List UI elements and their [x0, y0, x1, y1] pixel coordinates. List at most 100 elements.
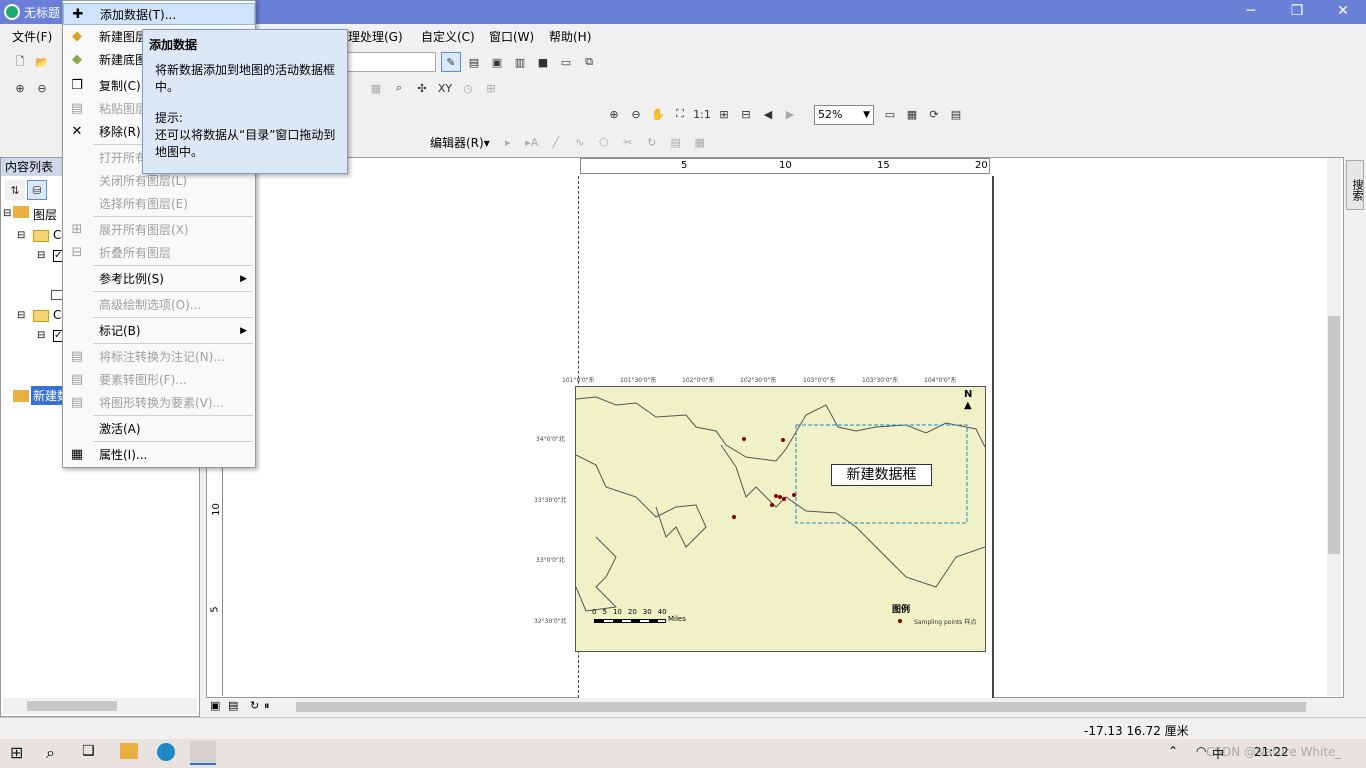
map-data-frame[interactable]: N ▲ 新建数据框 图例 Sampling points 样点 0 5 10 20… [575, 386, 986, 652]
fixed-zoom-in-icon[interactable]: ⊞ [714, 104, 734, 124]
search-window-icon[interactable]: ▥ [510, 52, 530, 72]
graticule-label-left: 33°30'0"北 [534, 497, 567, 504]
trace-icon[interactable]: ∿ [569, 132, 590, 152]
measure-icon[interactable]: ▦ [366, 78, 386, 98]
menu-item-expand-all[interactable]: ⊞ 展开所有图层(X) [63, 219, 255, 241]
search-icon[interactable]: ⌕ [46, 743, 55, 763]
menu-item-properties[interactable]: ▦ 属性(I)... [63, 444, 255, 466]
zoom-out-icon[interactable]: ⊖ [32, 78, 52, 98]
collapse-layer-icon[interactable]: ⊟ [37, 250, 45, 261]
rotate-icon[interactable]: ↻ [641, 132, 662, 152]
ruler-label: 5 [209, 606, 221, 613]
menu-customize[interactable]: 自定义(C) [421, 28, 475, 45]
menu-item-add-data[interactable]: ✚ 添加数据(T)... [63, 3, 255, 25]
data-driven-pages-icon[interactable]: ▤ [946, 104, 966, 124]
focus-data-frame-icon[interactable]: ▦ [902, 104, 922, 124]
arctoolbox-icon[interactable]: ■ [533, 52, 553, 72]
zoom-100-icon[interactable]: 1:1 [692, 104, 712, 124]
sampling-point [774, 494, 778, 498]
menu-item-advanced-drawing[interactable]: 高级绘制选项(O)... [63, 294, 255, 316]
split-icon[interactable]: ✂ [617, 132, 638, 152]
horizontal-scrollbar[interactable] [296, 702, 1306, 712]
menu-file[interactable]: 文件(F) [12, 28, 52, 45]
menu-item-select-all-layers[interactable]: 选择所有图层(E) [63, 193, 255, 215]
model-builder-icon[interactable]: ⧉ [579, 52, 599, 72]
list-by-drawing-order-icon[interactable]: ⇅ [5, 180, 25, 200]
menu-item-features-to-graphics[interactable]: ▤ 要素转图形(F)... [63, 369, 255, 391]
zoom-percent-combobox[interactable]: 52% ▼ [814, 105, 874, 125]
close-button[interactable]: ✕ [1320, 0, 1366, 24]
minimize-button[interactable]: ─ [1228, 0, 1274, 24]
vertical-scrollbar[interactable] [1327, 158, 1341, 696]
menu-item-collapse-all[interactable]: ⊟ 折叠所有图层 [63, 242, 255, 264]
list-by-source-icon[interactable]: ⛁ [27, 180, 47, 200]
chevron-up-icon[interactable]: ⌃ [1168, 744, 1178, 758]
menu-item-labeling[interactable]: 标记(B) ▶ [63, 320, 255, 342]
change-layout-icon[interactable]: ⟳ [924, 104, 944, 124]
collapse-group2-icon[interactable]: ⊟ [17, 310, 25, 321]
network-icon[interactable]: ◠ [1196, 744, 1206, 758]
search-side-tab[interactable]: 搜索 [1346, 160, 1364, 210]
magnifier-icon[interactable]: ⊞ [481, 78, 501, 98]
pause-icon[interactable]: ⏸ [264, 699, 270, 713]
menu-item-graphics-to-features[interactable]: ▤ 将图形转换为要素(V)... [63, 392, 255, 414]
graticule-label-top: 102°30'0"东 [740, 377, 777, 384]
edit-tool-icon[interactable]: ▸ [497, 132, 518, 152]
attributes-icon[interactable]: ▤ [665, 132, 686, 152]
toggle-draft-mode-icon[interactable]: ▭ [880, 104, 900, 124]
fixed-zoom-out-icon[interactable]: ⊟ [736, 104, 756, 124]
time-slider-icon[interactable]: ◷ [458, 78, 478, 98]
goto-xy-icon[interactable]: XY [435, 78, 455, 98]
toc-root-layers[interactable]: 图层 [33, 206, 57, 223]
back-extent-icon[interactable]: ◀ [758, 104, 778, 124]
find-route-icon[interactable]: ✣ [412, 78, 432, 98]
open-folder-icon[interactable]: 📂 [32, 52, 52, 72]
layout-zoom-out-icon[interactable]: ⊖ [626, 104, 646, 124]
editor-menu[interactable]: 编辑器(R)▾ [426, 134, 494, 151]
task-view-icon[interactable]: ❏ [82, 743, 95, 759]
straight-segment-icon[interactable]: ╱ [545, 132, 566, 152]
scrollbar-thumb[interactable] [27, 701, 117, 711]
toolbar-buttons-row1: ✎ ▤ ▣ ▥ ■ ▭ ⧉ [441, 52, 599, 72]
python-window-icon[interactable]: ▭ [556, 52, 576, 72]
polygon-icon[interactable]: ⬠ [593, 132, 614, 152]
scrollbar-thumb[interactable] [1328, 316, 1340, 554]
edit-annotation-icon[interactable]: ▸A [521, 132, 542, 152]
menu-item-label: 选择所有图层(E) [99, 197, 188, 211]
collapse-group-icon[interactable]: ⊟ [17, 230, 25, 241]
menu-window[interactable]: 窗口(W) [489, 28, 534, 45]
new-document-icon[interactable]: 🗋 [10, 52, 30, 72]
layout-pan-icon[interactable]: ✋ [648, 104, 668, 124]
layout-view-icon[interactable]: ▤ [228, 699, 238, 712]
windows-start-icon[interactable]: ⊞ [10, 743, 23, 762]
editor-toolbar-icon[interactable]: ✎ [441, 52, 461, 72]
graticule-label-top: 101°30'0"东 [620, 377, 657, 384]
zoom-in-icon[interactable]: ⊕ [10, 78, 30, 98]
file-explorer-icon[interactable] [120, 743, 138, 759]
find-icon[interactable]: ⌕ [389, 78, 409, 98]
collapse-layer2-icon[interactable]: ⊟ [37, 330, 45, 341]
menu-item-reference-scale[interactable]: 参考比例(S) ▶ [63, 268, 255, 290]
data-view-icon[interactable]: ▣ [210, 699, 220, 712]
sketch-properties-icon[interactable]: ▦ [689, 132, 710, 152]
arcmap-taskbar-icon[interactable] [190, 741, 216, 765]
forward-extent-icon[interactable]: ▶ [780, 104, 800, 124]
scalebar-label: 5 [602, 608, 607, 616]
menu-separator [93, 216, 253, 217]
menu-help[interactable]: 帮助(H) [549, 28, 591, 45]
menu-item-activate[interactable]: 激活(A) [63, 418, 255, 440]
ruler-label: 5 [681, 160, 688, 171]
table-icon[interactable]: ▤ [464, 52, 484, 72]
copy-icon: ❐ [71, 78, 83, 93]
scale-combobox[interactable] [340, 52, 436, 72]
menu-item-convert-labels[interactable]: ▤ 将标注转换为注记(N)... [63, 346, 255, 368]
toc-horizontal-scrollbar[interactable] [3, 698, 197, 714]
collapse-root-icon[interactable]: ⊟ [3, 208, 11, 219]
zoom-whole-page-icon[interactable]: ⛶ [670, 104, 690, 124]
dataframe-label-box[interactable]: 新建数据框 [831, 464, 932, 486]
refresh-icon[interactable]: ↻ [250, 699, 259, 712]
edge-browser-icon[interactable] [157, 743, 175, 761]
maximize-button[interactable]: ❐ [1274, 0, 1320, 24]
layout-zoom-in-icon[interactable]: ⊕ [604, 104, 624, 124]
catalog-icon[interactable]: ▣ [487, 52, 507, 72]
